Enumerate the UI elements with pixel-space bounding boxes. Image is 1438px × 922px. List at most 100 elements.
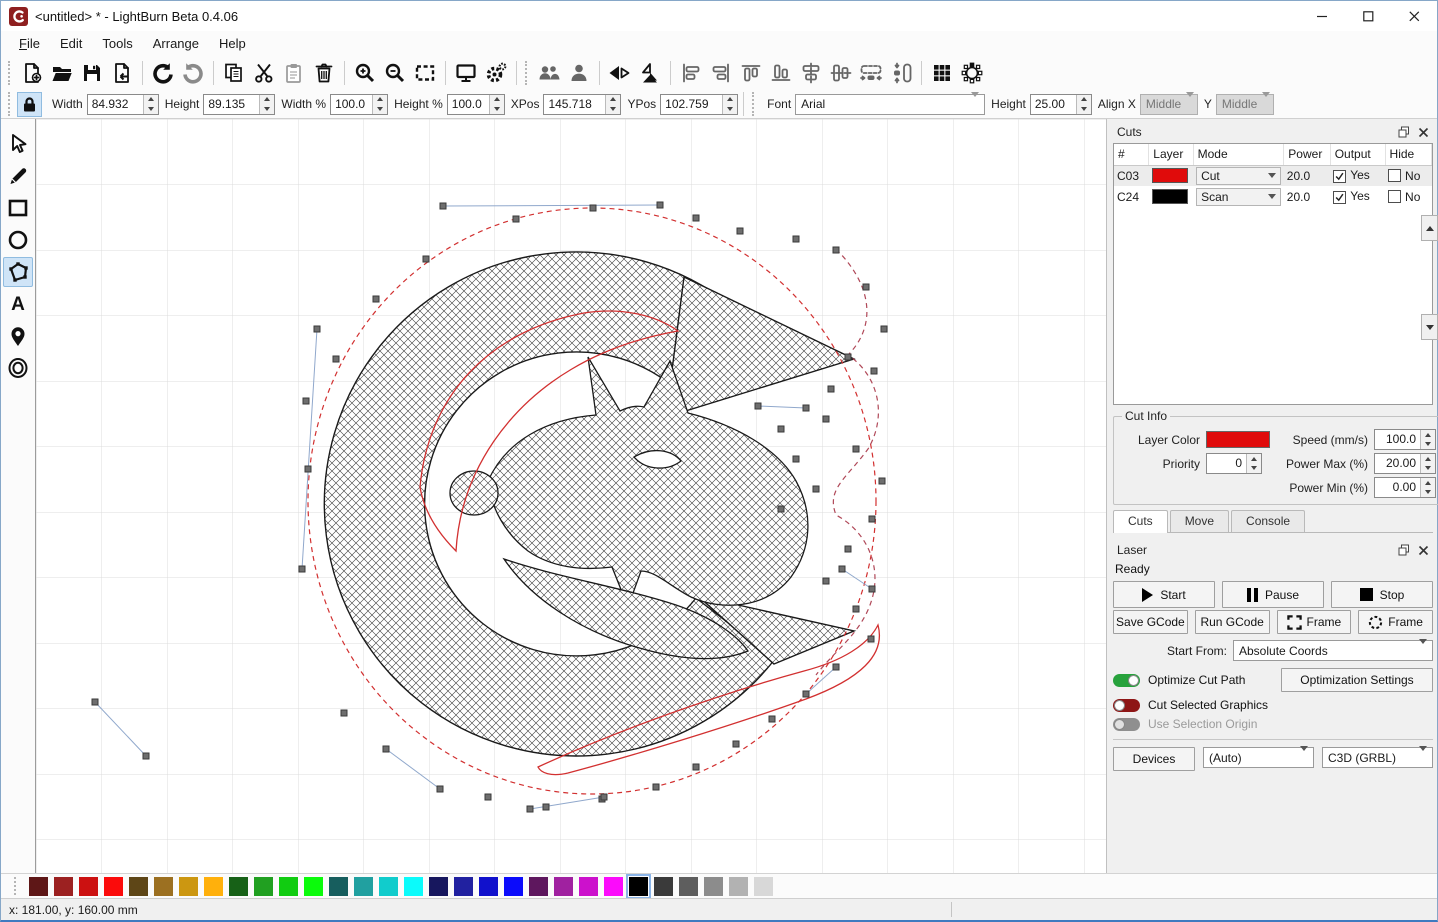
grid-array-button[interactable]: [927, 59, 957, 87]
ungroup-button[interactable]: [564, 59, 594, 87]
scroll-up-button[interactable]: [1421, 215, 1438, 241]
use-selection-origin-toggle[interactable]: [1113, 718, 1140, 731]
frame-circle-button[interactable]: Frame: [1358, 610, 1433, 634]
start-from-combo[interactable]: Absolute Coords: [1233, 640, 1433, 661]
menu-edit[interactable]: Edit: [50, 33, 92, 54]
node-handle[interactable]: [879, 478, 885, 484]
pause-button[interactable]: Pause: [1222, 581, 1324, 608]
node-handle[interactable]: [778, 506, 784, 512]
cut-layer-row-C03[interactable]: C03 Cut 20.0 Yes No: [1114, 165, 1432, 186]
palette-swatch[interactable]: [279, 877, 298, 896]
zoom-out-button[interactable]: [380, 59, 410, 87]
node-handle[interactable]: [823, 578, 829, 584]
preview-button[interactable]: [451, 59, 481, 87]
node-handle[interactable]: [485, 794, 491, 800]
palette-swatch[interactable]: [104, 877, 123, 896]
frame-selection-button[interactable]: [410, 59, 440, 87]
xpos-input[interactable]: 145.718: [543, 94, 621, 115]
align-bottom-button[interactable]: [766, 59, 796, 87]
palette-swatch[interactable]: [529, 877, 548, 896]
node-handle[interactable]: [299, 566, 305, 572]
float-panel-icon[interactable]: [1398, 126, 1410, 138]
close-panel-icon[interactable]: [1418, 127, 1429, 138]
zoom-in-button[interactable]: [350, 59, 380, 87]
node-handle[interactable]: [769, 716, 775, 722]
node-handle[interactable]: [868, 636, 874, 642]
palette-swatch[interactable]: [554, 877, 573, 896]
palette-swatch[interactable]: [229, 877, 248, 896]
palette-swatch[interactable]: [579, 877, 598, 896]
mirror-vertical-button[interactable]: [635, 59, 665, 87]
group-button[interactable]: [534, 59, 564, 87]
align-top-button[interactable]: [736, 59, 766, 87]
laser-dock-titlebar[interactable]: Laser: [1113, 539, 1433, 559]
palette-swatch[interactable]: [729, 877, 748, 896]
node-handle[interactable]: [793, 236, 799, 242]
speed-input[interactable]: 100.0: [1374, 429, 1436, 450]
distribute-vertically-button[interactable]: [886, 59, 916, 87]
height-pct-input[interactable]: 100.0: [447, 94, 505, 115]
scroll-down-button[interactable]: [1421, 314, 1438, 340]
paste-button[interactable]: [279, 59, 309, 87]
frame-rect-button[interactable]: Frame: [1277, 610, 1352, 634]
maximize-button[interactable]: [1345, 1, 1391, 31]
node-handle[interactable]: [869, 516, 875, 522]
cuts-dock-titlebar[interactable]: Cuts: [1113, 121, 1433, 141]
close-panel-icon[interactable]: [1418, 545, 1429, 556]
devices-button[interactable]: Devices: [1113, 747, 1195, 771]
palette-swatch[interactable]: [79, 877, 98, 896]
toolbar-grip[interactable]: [14, 877, 20, 895]
node-handle[interactable]: [881, 326, 887, 332]
node-handle[interactable]: [863, 284, 869, 290]
node-handle[interactable]: [333, 356, 339, 362]
node-handle[interactable]: [803, 691, 809, 697]
palette-swatch[interactable]: [254, 877, 273, 896]
mirror-horizontal-button[interactable]: [605, 59, 635, 87]
ellipse-tool[interactable]: [3, 225, 33, 255]
palette-swatch[interactable]: [404, 877, 423, 896]
palette-swatch[interactable]: [304, 877, 323, 896]
settings-button[interactable]: [481, 59, 511, 87]
select-tool[interactable]: [3, 129, 33, 159]
node-handle[interactable]: [845, 354, 851, 360]
node-handle[interactable]: [755, 403, 761, 409]
node-handle[interactable]: [828, 386, 834, 392]
power-max-input[interactable]: 20.00: [1374, 453, 1436, 474]
mode-dropdown[interactable]: Cut: [1196, 167, 1281, 185]
node-handle[interactable]: [341, 710, 347, 716]
width-pct-input[interactable]: 100.0: [330, 94, 388, 115]
optimize-cut-path-toggle[interactable]: [1113, 674, 1140, 687]
redo-button[interactable]: [178, 59, 208, 87]
lock-aspect-button[interactable]: [17, 92, 42, 117]
palette-swatch[interactable]: [454, 877, 473, 896]
palette-swatch[interactable]: [604, 877, 623, 896]
node-handle[interactable]: [373, 296, 379, 302]
node-handle[interactable]: [853, 606, 859, 612]
minimize-button[interactable]: [1299, 1, 1345, 31]
node-handle[interactable]: [813, 486, 819, 492]
toolbar-grip[interactable]: [752, 92, 758, 116]
menu-help[interactable]: Help: [209, 33, 256, 54]
copy-button[interactable]: [219, 59, 249, 87]
node-handle[interactable]: [440, 203, 446, 209]
delete-button[interactable]: [309, 59, 339, 87]
stop-button[interactable]: Stop: [1331, 581, 1433, 608]
cut-layer-row-C24[interactable]: C24 Scan 20.0 Yes No: [1114, 186, 1432, 207]
power-min-input[interactable]: 0.00: [1374, 477, 1436, 498]
menu-file[interactable]: File: [9, 33, 50, 54]
node-handle[interactable]: [693, 764, 699, 770]
palette-swatch[interactable]: [179, 877, 198, 896]
node-handle[interactable]: [778, 426, 784, 432]
node-handle[interactable]: [833, 664, 839, 670]
palette-swatch[interactable]: [379, 877, 398, 896]
node-handle[interactable]: [737, 228, 743, 234]
palette-swatch[interactable]: [679, 877, 698, 896]
palette-swatch[interactable]: [504, 877, 523, 896]
palette-swatch[interactable]: [429, 877, 448, 896]
new-file-button[interactable]: [17, 59, 47, 87]
ypos-input[interactable]: 102.759: [660, 94, 738, 115]
node-handle[interactable]: [839, 566, 845, 572]
close-button[interactable]: [1391, 1, 1437, 31]
node-handle[interactable]: [543, 804, 549, 810]
menu-arrange[interactable]: Arrange: [143, 33, 209, 54]
